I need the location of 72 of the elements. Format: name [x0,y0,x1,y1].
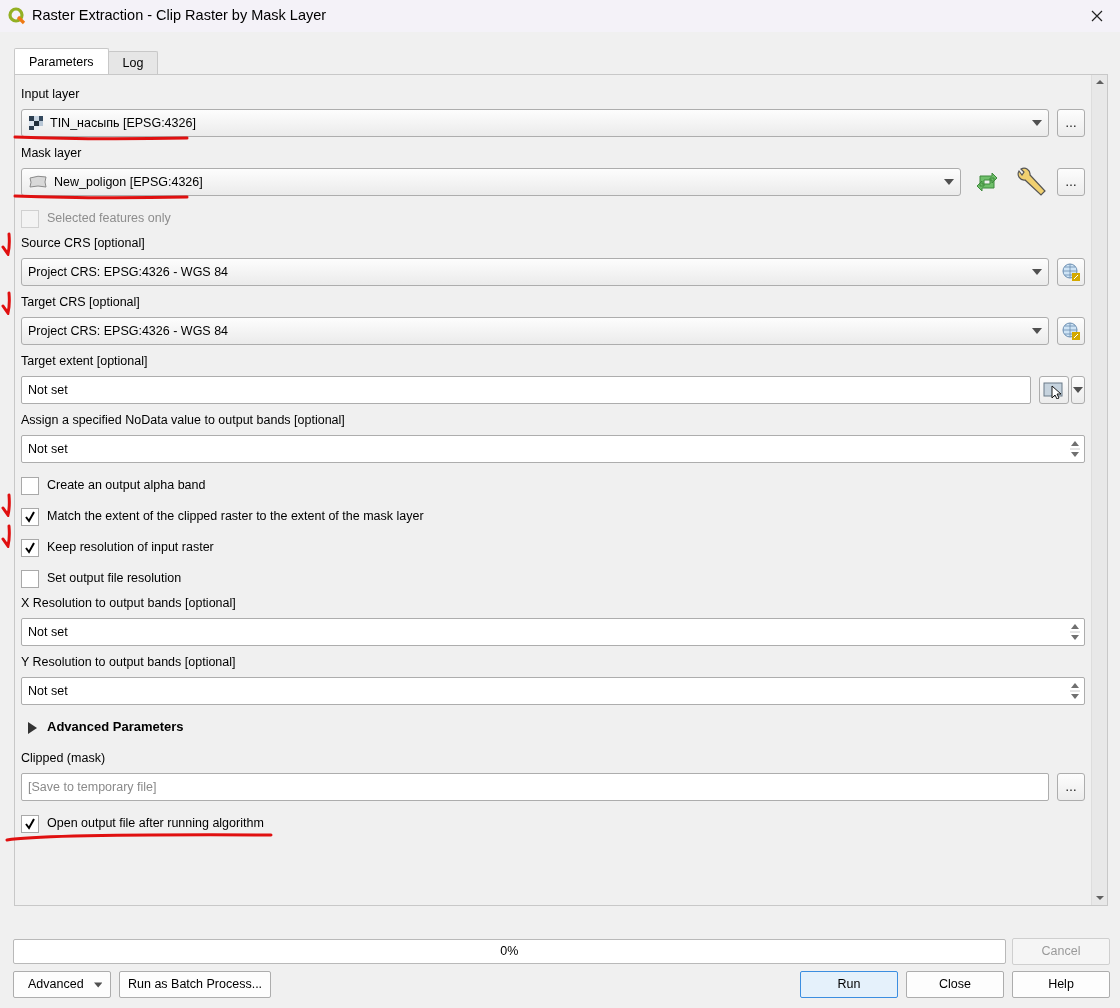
tab[interactable]: Parameters [14,48,109,74]
spin-field[interactable]: Not set [21,435,1085,463]
field-label: X Resolution to output bands [optional] [21,595,237,612]
checkbox[interactable] [21,507,39,526]
button[interactable]: Run [800,971,898,999]
dropdown[interactable]: Project CRS: EPSG:4326 - WGS 84 [21,258,1049,286]
dropdown[interactable]: Project CRS: EPSG:4326 - WGS 84 [21,317,1049,345]
file-path-field[interactable]: [Save to temporary file] [21,773,1049,801]
checkbox-label: Create an output alpha band [47,477,206,495]
check-icon [24,541,36,554]
button[interactable]: Close [906,971,1004,999]
checkbox-label: Match the extent of the clipped raster to the extent of the mask layer [47,508,424,526]
input-field[interactable]: Not set [21,376,1031,404]
check-icon [24,817,36,830]
field-label: Target extent [optional] [21,353,149,370]
field-label: Input layer [21,86,81,103]
dropdown-caret-icon [1032,120,1042,126]
annotation-tick [1,291,13,315]
checkbox-label: Keep resolution of input raster [47,539,214,557]
checkbox[interactable] [21,476,39,495]
more-menu-button[interactable]: … [1057,773,1085,801]
spin-field[interactable]: Not set [21,677,1085,705]
button[interactable]: Help [1012,971,1110,999]
caret-icon [1073,387,1083,393]
annotation-tick [1,524,13,548]
dropdown-caret-icon [944,179,954,185]
raster-layer-icon [28,115,44,131]
extent-menu-button[interactable] [1071,376,1085,404]
cursor-icon [1043,381,1065,399]
polygon-layer-icon [28,175,48,189]
dropdown[interactable]: TIN_насыпь [EPSG:4326] [21,109,1049,137]
caret-icon [93,981,102,988]
section-title[interactable]: Advanced Parameters [47,717,184,737]
checkbox-label: Selected features only [47,210,171,228]
collapsed-arrow-icon [27,721,37,734]
tab[interactable]: Log [107,51,159,74]
wrench-icon [1015,167,1047,197]
more-button[interactable]: … [1057,109,1085,137]
annotation-tick [1,232,13,256]
field-label: Assign a specified NoData value to output bands [optional] [21,412,346,429]
field-label: Mask layer [21,145,83,162]
globe-icon [1061,321,1081,341]
crs-select-button[interactable] [1057,258,1085,286]
scrollbar[interactable] [1091,75,1107,905]
checkbox-label: Set output file resolution [47,570,182,588]
crs-select-button[interactable] [1057,317,1085,345]
checkbox[interactable] [21,814,39,833]
dropdown-caret-icon [1032,269,1042,275]
check-icon [24,510,36,523]
more-menu-button[interactable]: … [1057,168,1085,196]
field-label: Y Resolution to output bands [optional] [21,654,237,671]
window-title: Raster Extraction - Clip Raster by Mask Layer [32,6,328,26]
field-label: Clipped (mask) [21,750,107,767]
spin-field[interactable]: Not set [21,618,1085,646]
progress-text: 0% [500,943,519,961]
close-icon [1091,10,1103,22]
map-select-button[interactable] [1039,376,1069,404]
field-label: Source CRS [optional] [21,235,146,252]
dropdown[interactable]: New_poligon [EPSG:4326] [21,168,961,196]
app-logo-icon [8,7,26,25]
field-label: Target CRS [optional] [21,294,141,311]
dropdown-caret-icon [1032,328,1042,334]
spin-arrows-icon [1070,622,1080,642]
checkbox[interactable] [21,538,39,557]
checkbox[interactable] [21,569,39,588]
checkbox-label: Open output file after running algorithm [47,815,264,833]
annotation-tick [1,493,13,517]
spin-arrows-icon [1070,681,1080,701]
dropdown-button[interactable]: Advanced [13,971,111,999]
button[interactable]: Run as Batch Process... [119,971,272,999]
globe-icon [1061,262,1081,282]
spin-arrows-icon [1070,439,1080,459]
